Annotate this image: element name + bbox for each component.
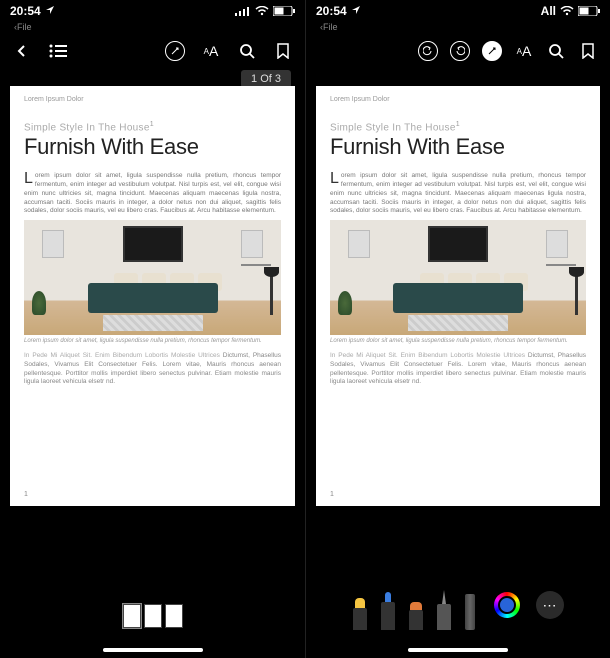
search-icon[interactable] [237,41,257,61]
back-button[interactable] [12,41,32,61]
doc-paragraph-2: In Pede Mi Aliquet Sit. Enim Bibendum Lo… [24,352,281,387]
page-number: 1 [330,491,334,498]
status-time: 20:54 [10,4,41,18]
document-page: Lorem Ipsum Dolor Simple Style In The Ho… [10,86,295,506]
list-icon[interactable] [48,41,68,61]
home-indicator[interactable] [408,648,508,652]
reader-toolbar: AA [0,36,305,66]
markup-mode-button[interactable] [165,41,185,61]
document-page: Lorem Ipsum Dolor Simple Style In The Ho… [316,86,600,506]
color-picker-button[interactable] [494,592,520,618]
thumbnail-page-3[interactable] [165,604,183,628]
markup-toolbar: AA [306,36,610,66]
status-time: 20:54 [316,4,347,18]
battery-icon [273,6,295,16]
status-bar: 20:54 [0,0,305,22]
back-file-label[interactable]: ‹File [0,22,305,36]
doc-subtitle: Simple Style In The House1 [330,121,586,133]
signal-icon [235,6,251,16]
pen-tool[interactable] [380,592,396,630]
font-size-button[interactable]: AA [201,41,221,61]
doc-paragraph-1: Lorem ipsum dolor sit amet, ligula suspe… [24,172,281,216]
network-label: All [541,4,556,18]
redo-button[interactable] [450,41,470,61]
highlighter-tool[interactable] [352,598,368,630]
location-icon [45,4,55,18]
markup-tools-bar: ⋯ [306,562,610,658]
doc-subtitle: Simple Style In The House1 [24,121,281,133]
markup-mode-button-active[interactable] [482,41,502,61]
doc-image [24,220,281,335]
thumbnail-bar [0,562,305,658]
bookmark-icon[interactable] [273,41,293,61]
ruler-tool[interactable] [464,594,476,630]
home-indicator[interactable] [103,648,203,652]
doc-paragraph-1: Lorem ipsum dolor sit amet, ligula suspe… [330,172,586,216]
page-thumbnails[interactable] [123,604,183,628]
doc-title: Furnish With Ease [330,134,586,160]
doc-caption: Lorem ipsum dolor sit amet, ligula suspe… [330,338,586,344]
search-icon[interactable] [546,41,566,61]
thumbnail-page-2[interactable] [144,604,162,628]
marker-tool[interactable] [408,602,424,630]
location-icon [351,4,361,18]
page-header: Lorem Ipsum Dolor [330,96,586,103]
page-number: 1 [24,491,28,498]
pencil-tool[interactable] [436,590,452,630]
tools-row: ⋯ [352,580,564,630]
wifi-icon [255,6,269,16]
doc-paragraph-2: In Pede Mi Aliquet Sit. Enim Bibendum Lo… [330,352,586,387]
undo-button[interactable] [418,41,438,61]
reader-view-pane: 20:54 ‹File [0,0,305,658]
back-file-label[interactable]: ‹File [306,22,610,36]
more-tools-button[interactable]: ⋯ [536,591,564,619]
page-header: Lorem Ipsum Dolor [24,96,281,103]
thumbnail-page-1[interactable] [123,604,141,628]
doc-title: Furnish With Ease [24,134,281,160]
wifi-icon [560,6,574,16]
document-viewport[interactable]: Lorem Ipsum Dolor Simple Style In The Ho… [306,66,610,562]
font-size-button[interactable]: AA [514,41,534,61]
document-viewport[interactable]: 1 Of 3 Lorem Ipsum Dolor Simple Style In… [0,66,305,562]
bookmark-icon[interactable] [578,41,598,61]
battery-icon [578,6,600,16]
doc-caption: Lorem ipsum dolor sit amet, ligula suspe… [24,338,281,344]
status-bar: 20:54 All [306,0,610,22]
markup-view-pane: 20:54 All ‹File [305,0,610,658]
doc-image [330,220,586,335]
